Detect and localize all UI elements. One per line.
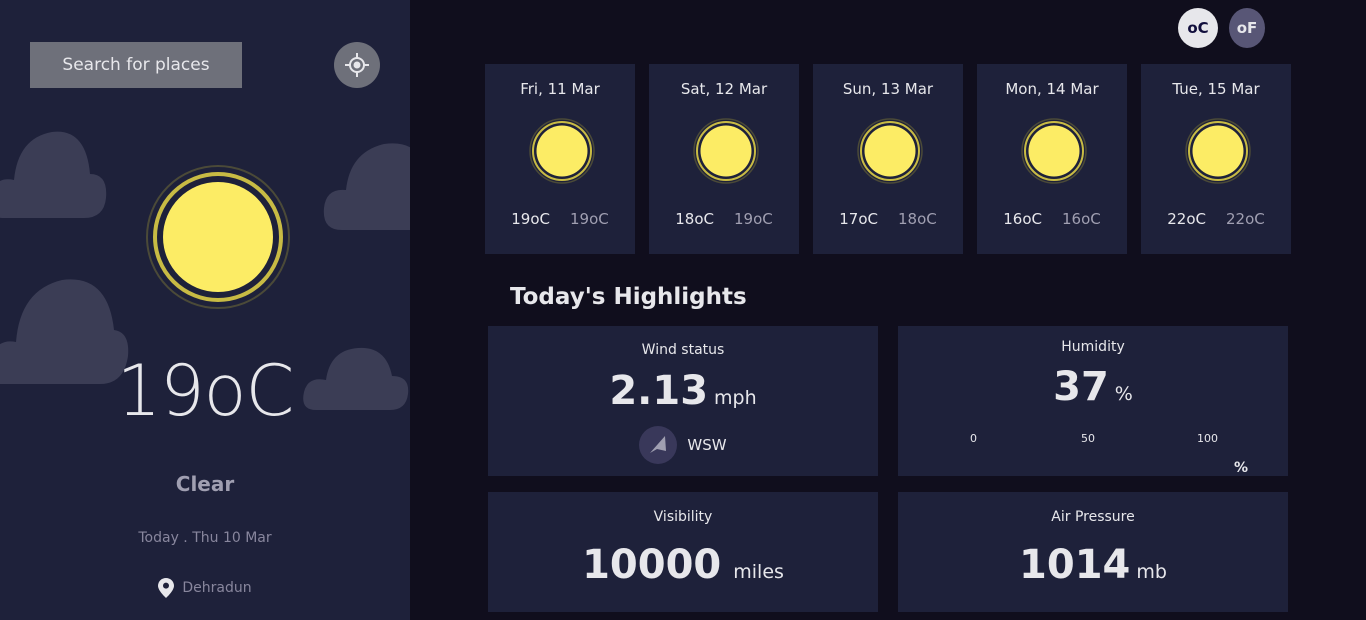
- my-location-button[interactable]: [334, 42, 380, 88]
- highlights-title: Today's Highlights: [510, 284, 747, 310]
- forecast-min-temp: 19oC: [734, 210, 773, 228]
- wind-direction-label: WSW: [687, 436, 727, 454]
- temperature-value: 19: [116, 350, 205, 432]
- wind-value: 2.13 mph: [488, 368, 878, 414]
- forecast-max-temp: 16oC: [1003, 210, 1042, 228]
- navigation-arrow-icon: [639, 426, 678, 464]
- humidity-number: 37: [1053, 364, 1109, 410]
- forecast-temps: 18oC 19oC: [649, 210, 799, 228]
- visibility-label: Visibility: [653, 509, 713, 525]
- location-name: Dehradun: [182, 580, 252, 596]
- current-temperature: 19oC: [0, 350, 410, 432]
- forecast-card: Sun, 13 Mar 17oC 18oC: [813, 64, 963, 254]
- humidity-scale-unit: %: [1234, 460, 1249, 476]
- wind-label: Wind status: [641, 342, 725, 358]
- celsius-toggle[interactable]: oC: [1178, 8, 1218, 48]
- forecast-date: Sat, 12 Mar: [680, 80, 768, 98]
- visibility-card: Visibility 10000 miles: [488, 492, 878, 612]
- forecast-date: Fri, 11 Mar: [520, 80, 600, 98]
- forecast-min-temp: 22oC: [1226, 210, 1265, 228]
- location: Dehradun: [0, 578, 410, 598]
- forecast-temps: 17oC 18oC: [813, 210, 963, 228]
- forecast-card: Fri, 11 Mar 19oC 19oC: [485, 64, 635, 254]
- map-pin-icon: [158, 578, 175, 598]
- forecast-temps: 19oC 19oC: [485, 210, 635, 228]
- humidity-value: 37 %: [898, 364, 1288, 410]
- sun-icon: [146, 165, 290, 309]
- humidity-scale-100: 100: [1197, 432, 1218, 445]
- visibility-number: 10000: [582, 542, 722, 588]
- humidity-scale-0: 0: [970, 432, 977, 445]
- sun-icon: [529, 118, 595, 184]
- sun-icon: [693, 118, 759, 184]
- forecast-temps: 16oC 16oC: [977, 210, 1127, 228]
- weather-condition: Clear: [175, 472, 235, 496]
- pressure-label: Air Pressure: [1051, 509, 1135, 525]
- forecast-max-temp: 17oC: [839, 210, 878, 228]
- forecast-card: Sat, 12 Mar 18oC 19oC: [649, 64, 799, 254]
- forecast-min-temp: 19oC: [570, 210, 609, 228]
- search-places-button[interactable]: Search for places: [30, 42, 242, 88]
- forecast-min-temp: 16oC: [1062, 210, 1101, 228]
- air-pressure-card: Air Pressure 1014 mb: [898, 492, 1288, 612]
- fahrenheit-toggle[interactable]: oF: [1229, 8, 1265, 48]
- humidity-unit: %: [1114, 383, 1133, 405]
- forecast-date: Sun, 13 Mar: [842, 80, 934, 98]
- forecast-min-temp: 18oC: [898, 210, 937, 228]
- sun-icon: [1021, 118, 1087, 184]
- cloud-icon: [323, 143, 410, 230]
- humidity-scale-50: 50: [1081, 432, 1095, 445]
- sidebar: Search for places 19oC Clear Today . Thu…: [0, 0, 410, 620]
- crosshair-icon: [345, 53, 369, 77]
- forecast-temps: 22oC 22oC: [1141, 210, 1291, 228]
- forecast-max-temp: 22oC: [1167, 210, 1206, 228]
- forecast-card: Mon, 14 Mar 16oC 16oC: [977, 64, 1127, 254]
- sun-icon: [857, 118, 923, 184]
- humidity-label: Humidity: [1061, 339, 1125, 355]
- temperature-unit: oC: [203, 350, 295, 432]
- forecast-max-temp: 18oC: [675, 210, 714, 228]
- sun-icon: [1185, 118, 1251, 184]
- pressure-number: 1014: [1019, 542, 1131, 588]
- wind-direction: WSW: [488, 426, 878, 464]
- wind-speed: 2.13: [609, 368, 709, 414]
- visibility-unit: miles: [733, 561, 784, 583]
- humidity-card: Humidity 37 % 0 50 100 %: [898, 326, 1288, 476]
- cloud-icon: [0, 131, 107, 218]
- current-date: Today . Thu 10 Mar: [138, 530, 272, 546]
- visibility-value: 10000 miles: [488, 542, 878, 588]
- forecast-max-temp: 19oC: [511, 210, 550, 228]
- forecast-date: Mon, 14 Mar: [1005, 80, 1099, 98]
- wind-unit: mph: [714, 387, 757, 409]
- pressure-value: 1014 mb: [898, 542, 1288, 588]
- pressure-unit: mb: [1136, 561, 1167, 583]
- forecast-date: Tue, 15 Mar: [1172, 80, 1260, 98]
- wind-status-card: Wind status 2.13 mph WSW: [488, 326, 878, 476]
- forecast-card: Tue, 15 Mar 22oC 22oC: [1141, 64, 1291, 254]
